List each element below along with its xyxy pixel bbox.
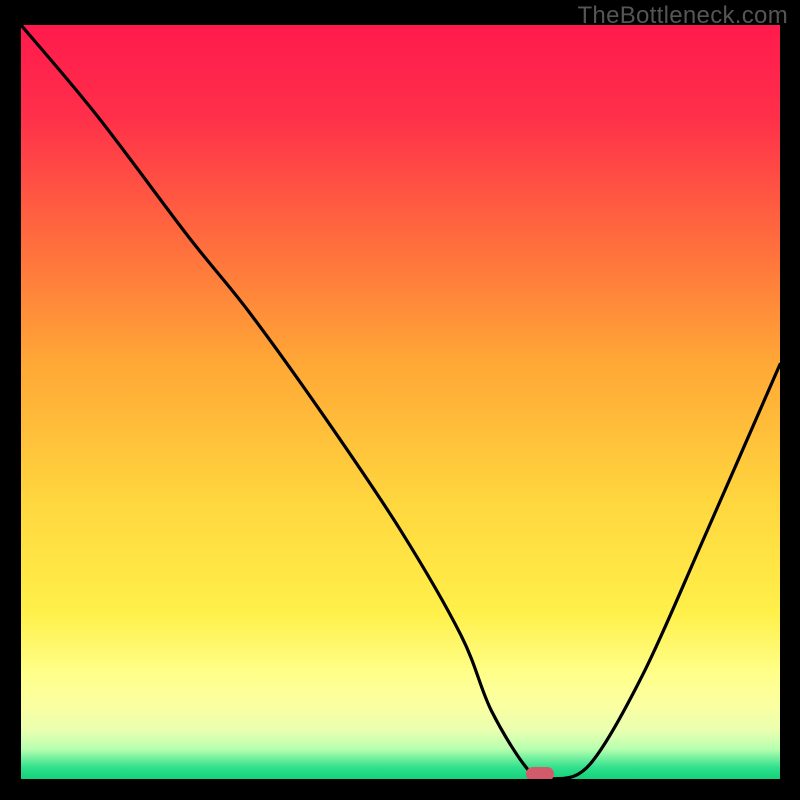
- chart-container: TheBottleneck.com: [0, 0, 800, 800]
- plot-area: [21, 25, 780, 779]
- bottleneck-curve: [21, 25, 780, 779]
- curve-layer: [21, 25, 780, 779]
- watermark-text: TheBottleneck.com: [577, 2, 788, 30]
- optimal-marker: [526, 767, 554, 779]
